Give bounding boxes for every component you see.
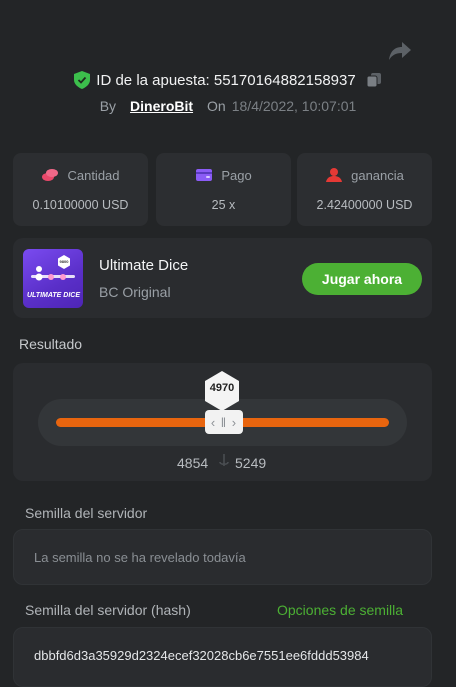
server-seed-hash-label: Semilla del servidor (hash) (25, 602, 191, 618)
range-low: 4854 (177, 455, 209, 471)
result-value: 4970 (209, 382, 235, 394)
range-anchor-icon (219, 454, 229, 466)
profit-icon (326, 168, 343, 182)
game-provider: BC Original (99, 284, 171, 300)
verified-shield-icon (74, 71, 91, 89)
bet-date: 18/4/2022, 10:07:01 (231, 98, 357, 114)
server-seed-hash-value: dbbfd6d3a35929d2324ecef32028cb6e7551ee6f… (34, 648, 369, 663)
profit-card: ganancia 2.42400000 USD (297, 153, 432, 226)
game-name: Ultimate Dice (99, 257, 189, 274)
result-panel: 4970 ‹ ‖ › 4854 5249 (13, 363, 432, 481)
seed-options-link[interactable]: Opciones de semilla (277, 602, 403, 618)
coins-icon (42, 169, 59, 181)
thumb-badge: 9800 (59, 259, 69, 264)
bet-id-label: ID de la apuesta: 55170164882158937 (96, 71, 356, 89)
server-seed-hash-field[interactable]: dbbfd6d3a35929d2324ecef32028cb6e7551ee6f… (13, 627, 432, 687)
slider-handle[interactable]: ‹ ‖ › (205, 410, 243, 434)
on-label: On (207, 98, 226, 114)
profit-title: ganancia (351, 167, 404, 183)
amount-card: Cantidad 0.10100000 USD (13, 153, 148, 226)
bet-author-row: By DineroBit On 18/4/2022, 10:07:01 (0, 97, 456, 115)
server-seed-label: Semilla del servidor (25, 505, 148, 521)
share-icon[interactable] (388, 40, 412, 62)
range-high: 5249 (235, 455, 267, 471)
play-now-button[interactable]: Jugar ahora (302, 263, 422, 295)
payout-card: Pago 25 x (156, 153, 291, 226)
wallet-icon (196, 169, 213, 181)
profit-value: 2.42400000 USD (316, 198, 413, 212)
result-label: Resultado (19, 336, 83, 352)
bet-id-row: ID de la apuesta: 55170164882158937 (0, 70, 456, 90)
username-link[interactable]: DineroBit (130, 98, 193, 114)
amount-value: 0.10100000 USD (32, 198, 129, 212)
copy-icon[interactable] (366, 72, 382, 88)
server-seed-placeholder: La semilla no se ha revelado todavía (34, 550, 246, 565)
game-row: 9800 ULTIMATE DICE Ultimate Dice BC Orig… (13, 238, 432, 318)
amount-title: Cantidad (67, 167, 120, 183)
by-label: By (99, 98, 117, 114)
thumb-title: ULTIMATE DICE (27, 292, 81, 299)
game-thumbnail[interactable]: 9800 ULTIMATE DICE (23, 249, 83, 308)
payout-title: Pago (221, 167, 252, 183)
server-seed-field: La semilla no se ha revelado todavía (13, 529, 432, 585)
payout-value: 25 x (211, 198, 236, 212)
